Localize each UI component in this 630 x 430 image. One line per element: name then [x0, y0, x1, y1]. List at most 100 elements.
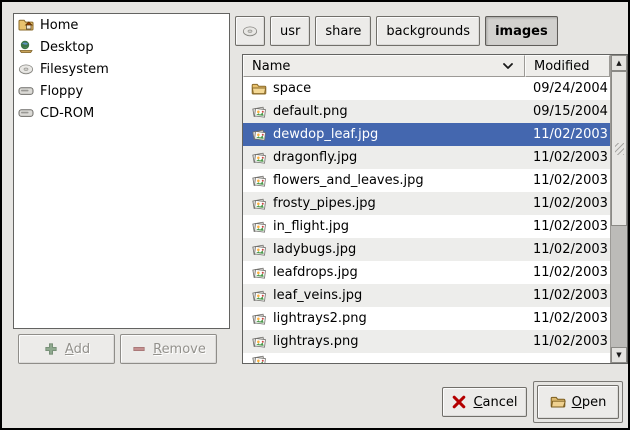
- file-name-cell: default.png: [251, 104, 519, 120]
- file-name-cell: space: [251, 81, 519, 97]
- disc-icon: [242, 23, 258, 39]
- file-row-flowers-and-leaves-jpg[interactable]: flowers_and_leaves.jpg 11/02/2003: [243, 169, 610, 192]
- image-file-icon: [251, 219, 267, 235]
- file-list-panel: Name Modified space 09/24/2004 default.png…: [242, 54, 628, 364]
- sidebar-item-label: Home: [40, 18, 78, 33]
- file-list-header: Name Modified: [243, 55, 610, 77]
- file-rows: space09/24/2004default.png09/15/2004dewd…: [243, 77, 610, 363]
- file-name-cell: frosty_pipes.jpg: [251, 196, 519, 212]
- file-name-cell: ladybugs.jpg: [251, 242, 519, 258]
- file-name: lightrays2.png: [273, 311, 367, 326]
- image-file-icon: [251, 104, 267, 120]
- sidebar-item-floppy[interactable]: Floppy: [14, 80, 229, 102]
- remove-button[interactable]: Remove: [120, 334, 217, 364]
- file-name-cell: leaf_veins.jpg: [251, 288, 519, 304]
- path-button-images[interactable]: images: [485, 16, 558, 46]
- desktop-icon: [18, 39, 34, 55]
- file-modified: 11/02/2003: [525, 242, 610, 257]
- sidebar-item-label: Filesystem: [40, 62, 109, 77]
- sidebar-item-label: Floppy: [40, 84, 83, 99]
- drive-icon: [18, 83, 34, 99]
- file-name: frosty_pipes.jpg: [273, 196, 376, 211]
- cancel-icon: [451, 394, 467, 410]
- path-button-label: usr: [280, 24, 300, 39]
- path-root-button[interactable]: [235, 16, 265, 46]
- file-name-cell: dragonfly.jpg: [251, 150, 519, 166]
- file-chooser-dialog: Home Desktop Filesystem Floppy CD-ROM Add Re…: [0, 0, 630, 430]
- file-name: leaf_veins.jpg: [273, 288, 362, 303]
- file-modified: 11/02/2003: [525, 219, 610, 234]
- file-modified: 11/02/2003: [525, 127, 610, 142]
- column-header-modified[interactable]: Modified: [525, 55, 610, 77]
- file-name: in_flight.jpg: [273, 219, 349, 234]
- chevron-down-icon: [500, 58, 516, 74]
- file-row-ladybugs-jpg[interactable]: ladybugs.jpg 11/02/2003: [243, 238, 610, 261]
- file-name-cell: lightrays.png: [251, 334, 519, 350]
- file-row-frosty-pipes-jpg[interactable]: frosty_pipes.jpg11/02/2003: [243, 192, 610, 215]
- image-file-icon: [251, 150, 267, 166]
- sidebar-item-label: Desktop: [40, 40, 94, 55]
- cancel-button-label: Cancel: [473, 395, 517, 410]
- path-button-usr[interactable]: usr: [270, 16, 310, 46]
- file-row-leafdrops-jpg[interactable]: leafdrops.jpg11/02/2003: [243, 261, 610, 284]
- file-row-leaf-veins-jpg[interactable]: leaf_veins.jpg 11/02/2003: [243, 284, 610, 307]
- open-button[interactable]: Open: [537, 385, 619, 419]
- file-name-cell: dewdop_leaf.jpg: [251, 127, 519, 143]
- open-button-default-ring: Open: [533, 381, 623, 423]
- scrollbar-trough[interactable]: [611, 226, 627, 347]
- file-modified: 09/24/2004: [525, 81, 610, 96]
- scrollbar-thumb[interactable]: [611, 71, 627, 226]
- file-name: space: [273, 81, 311, 96]
- column-header-name[interactable]: Name: [243, 55, 525, 77]
- minus-icon: [131, 341, 147, 357]
- file-modified: 11/02/2003: [525, 311, 610, 326]
- places-list: Home Desktop Filesystem Floppy CD-ROM: [13, 13, 230, 329]
- column-header-modified-label: Modified: [534, 59, 589, 74]
- add-button-label: Add: [65, 342, 90, 357]
- path-button-label: share: [325, 24, 361, 39]
- file-row-lightrays-png[interactable]: lightrays.png11/02/2003: [243, 330, 610, 353]
- folder-icon: [251, 81, 267, 97]
- sidebar-item-home[interactable]: Home: [14, 14, 229, 36]
- file-modified: 11/02/2003: [525, 173, 610, 188]
- scrollbar-grip: [615, 143, 624, 155]
- file-name-cell: lightrays2.png: [251, 311, 519, 327]
- open-folder-icon: [550, 394, 566, 410]
- file-name-cell: flowers_and_leaves.jpg: [251, 173, 519, 189]
- file-row-lightrays2-png[interactable]: lightrays2.png 11/02/2003: [243, 307, 610, 330]
- home-icon: [18, 17, 34, 33]
- sidebar-item-filesystem[interactable]: Filesystem: [14, 58, 229, 80]
- image-file-icon: [251, 334, 267, 350]
- sidebar-item-cd-rom[interactable]: CD-ROM: [14, 102, 229, 124]
- file-row-space[interactable]: space 09/24/2004: [243, 77, 610, 100]
- file-row-in-flight-jpg[interactable]: in_flight.jpg 11/02/2003: [243, 215, 610, 238]
- vertical-scrollbar[interactable]: ▲ ▼: [610, 55, 627, 363]
- image-file-icon: [251, 265, 267, 281]
- plus-icon: [43, 341, 59, 357]
- path-button-share[interactable]: share: [315, 16, 371, 46]
- cancel-button[interactable]: Cancel: [442, 387, 527, 417]
- file-modified: 11/02/2003: [525, 288, 610, 303]
- file-name: ladybugs.jpg: [273, 242, 356, 257]
- add-button[interactable]: Add: [18, 334, 115, 364]
- file-name-cell: in_flight.jpg: [251, 219, 519, 235]
- scroll-up-button[interactable]: ▲: [611, 55, 627, 71]
- file-row-dragonfly-jpg[interactable]: dragonfly.jpg 11/02/2003: [243, 146, 610, 169]
- image-file-icon: [251, 173, 267, 189]
- image-file-icon: [251, 242, 267, 258]
- file-modified: 11/02/2003: [525, 150, 610, 165]
- file-name-cell: leafdrops.jpg: [251, 265, 519, 281]
- file-name: lightrays.png: [273, 334, 358, 349]
- scroll-down-button[interactable]: ▼: [611, 347, 627, 363]
- file-row-default-png[interactable]: default.png09/15/2004: [243, 100, 610, 123]
- sidebar-item-label: CD-ROM: [40, 106, 94, 121]
- file-row-dewdop-leaf-jpg[interactable]: dewdop_leaf.jpg 11/02/2003: [243, 123, 610, 146]
- open-button-label: Open: [572, 395, 607, 410]
- file-name: default.png: [273, 104, 348, 119]
- path-button-label: images: [495, 24, 548, 39]
- path-button-backgrounds[interactable]: backgrounds: [376, 16, 480, 46]
- disc-icon: [18, 61, 34, 77]
- image-file-icon: [251, 288, 267, 304]
- file-row-partial: [243, 353, 610, 363]
- sidebar-item-desktop[interactable]: Desktop: [14, 36, 229, 58]
